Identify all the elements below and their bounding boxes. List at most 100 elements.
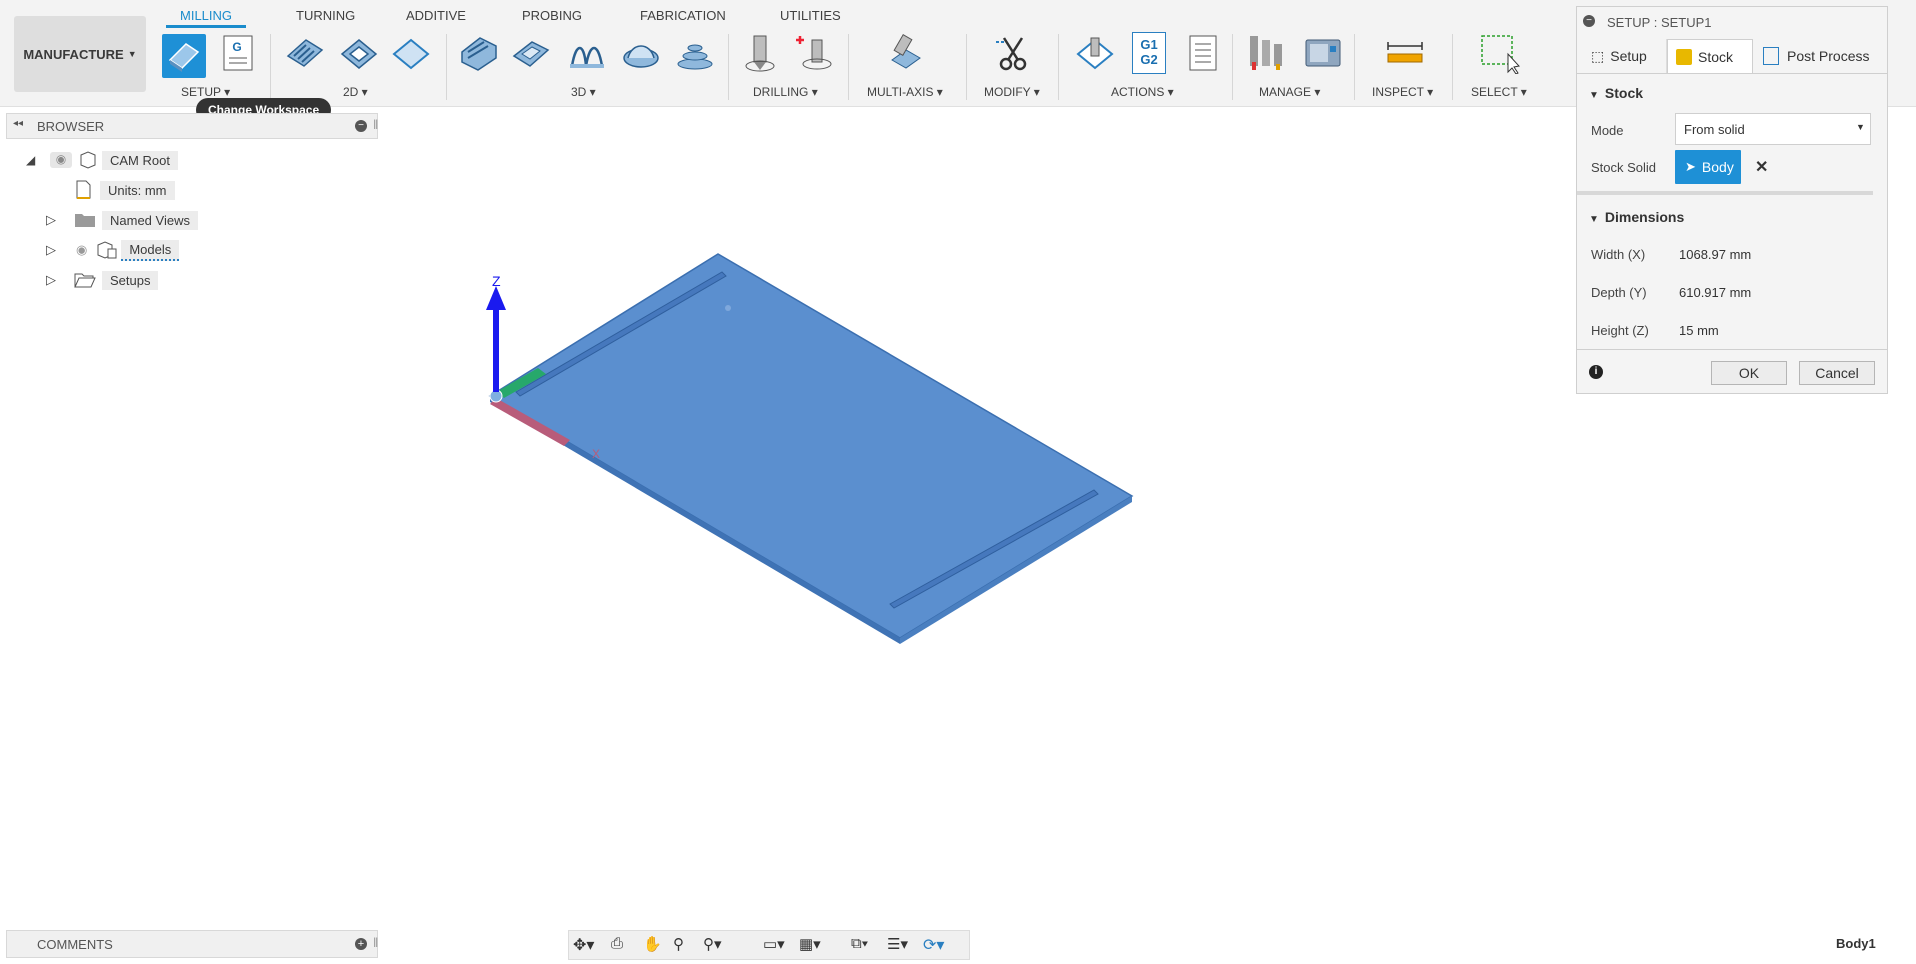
parallel-button[interactable] (566, 32, 608, 74)
actions-group-menu[interactable]: ACTIONS ▾ (1111, 85, 1174, 99)
refresh-icon[interactable]: ⟳▾ (923, 935, 951, 955)
separator (966, 34, 967, 100)
z-axis-label: Z (492, 273, 501, 289)
tool-library-icon (1250, 36, 1282, 70)
component-icon (78, 151, 98, 169)
manage-group-menu[interactable]: MANAGE ▾ (1259, 85, 1320, 99)
post-process-icon (1763, 47, 1779, 65)
section-collapse-icon: ▼ (1589, 90, 1599, 101)
tab-milling[interactable]: MILLING (166, 8, 247, 28)
machine-library-icon (1305, 39, 1341, 67)
post-process-button[interactable]: G1 G2 (1132, 32, 1166, 74)
comments-bar[interactable]: COMMENTS + ‖ (6, 930, 378, 958)
expand-triangle-icon[interactable]: ▷ (46, 212, 62, 228)
face-icon (392, 38, 430, 70)
tab-additive[interactable]: ADDITIVE (406, 8, 466, 23)
face-button[interactable] (390, 32, 432, 74)
layers-icon[interactable]: ☰▾ (887, 935, 915, 955)
zoom-icon[interactable]: ⚲ (673, 935, 701, 955)
tab-utilities[interactable]: UTILITIES (780, 8, 841, 23)
clear-selection-icon[interactable]: ✕ (1755, 157, 1768, 177)
2d-group-menu[interactable]: 2D ▾ (343, 85, 368, 99)
expand-triangle-icon[interactable]: ▷ (46, 272, 62, 288)
tree-item-models[interactable]: ▷ ◉ Models (46, 238, 180, 262)
tab-fabrication[interactable]: FABRICATION (640, 8, 726, 23)
browser-options-icon[interactable]: − (355, 120, 367, 132)
tree-item-cam-root[interactable]: ◢ ◉ CAM Root (26, 148, 178, 172)
stock-body[interactable] (488, 253, 1134, 639)
modify-button[interactable] (992, 32, 1034, 74)
mode-value: From solid (1684, 122, 1745, 137)
pan-hand-icon[interactable]: ✋ (643, 935, 671, 955)
machine-library-button[interactable] (1302, 32, 1344, 74)
stock-cube-icon (1676, 48, 1692, 65)
add-comment-icon[interactable]: + (355, 938, 367, 950)
select-button[interactable] (1478, 32, 1520, 74)
measure-button[interactable] (1384, 32, 1426, 74)
setup-sheet-button[interactable] (1182, 32, 1224, 74)
visibility-eye-icon[interactable]: ◉ (50, 152, 72, 168)
collapse-triangle-icon[interactable]: ◢ (26, 153, 42, 167)
tab-probing[interactable]: PROBING (522, 8, 582, 23)
fit-zoom-icon[interactable]: ⚲▾ (703, 935, 731, 955)
tree-item-units[interactable]: Units: mm (74, 178, 175, 202)
separator (1452, 34, 1453, 100)
collapse-browser-icon[interactable]: ◂◂ (13, 118, 23, 129)
grid-icon[interactable]: ▦▾ (799, 935, 827, 955)
stock-section-header[interactable]: ▼ Stock (1589, 85, 1643, 101)
tree-label: Models (121, 239, 180, 261)
multi-axis-group-menu[interactable]: MULTI-AXIS ▾ (867, 85, 943, 99)
2d-adaptive-button[interactable] (284, 32, 326, 74)
tree-item-setups[interactable]: ▷ Setups (46, 268, 159, 292)
visibility-eye-icon[interactable]: ◉ (76, 242, 87, 258)
viewports-icon[interactable]: ⧉▾ (851, 935, 879, 955)
drill-button[interactable] (740, 32, 782, 74)
tool-library-button[interactable] (1246, 32, 1288, 74)
multi-axis-button[interactable] (884, 32, 926, 74)
tree-label: Units: mm (100, 180, 175, 200)
ok-button[interactable]: OK (1711, 361, 1787, 385)
workspace-switcher[interactable]: MANUFACTURE ▼ (14, 16, 146, 92)
info-icon[interactable]: i (1589, 365, 1603, 379)
tab-turning[interactable]: TURNING (296, 8, 355, 23)
tab-setup[interactable]: ⬚ Setup (1583, 39, 1667, 73)
dimensions-section-header[interactable]: ▼ Dimensions (1589, 209, 1684, 225)
tree-label: CAM Root (102, 150, 178, 170)
collapse-dialog-icon[interactable]: − (1583, 15, 1595, 27)
cancel-button[interactable]: Cancel (1799, 361, 1875, 385)
3d-adaptive-button[interactable] (458, 32, 500, 74)
tab-stock[interactable]: Stock (1667, 39, 1753, 73)
drilling-group-menu[interactable]: DRILLING ▾ (753, 85, 818, 99)
select-group-menu[interactable]: SELECT ▾ (1471, 85, 1527, 99)
tree-item-named-views[interactable]: ▷ Named Views (46, 208, 198, 232)
viewport-canvas[interactable]: Z X (460, 240, 1160, 660)
contour-button[interactable] (674, 32, 716, 74)
new-setup-button[interactable] (162, 34, 206, 78)
browser-pin-icon[interactable]: ‖ (373, 117, 378, 132)
tab-post-process[interactable]: Post Process (1753, 39, 1883, 73)
orbit-move-icon[interactable]: ✥▾ (573, 935, 601, 955)
inspect-group-menu[interactable]: INSPECT ▾ (1372, 85, 1433, 99)
browser-title: BROWSER (37, 119, 105, 134)
document-icon (74, 180, 92, 200)
look-at-icon[interactable]: ⎙ (611, 935, 639, 955)
scallop-button[interactable] (620, 32, 662, 74)
2d-pocket-button[interactable] (338, 32, 380, 74)
simulate-button[interactable] (1074, 32, 1116, 74)
comments-pin-icon[interactable]: ‖ (373, 935, 378, 950)
separator (1058, 34, 1059, 100)
expand-triangle-icon[interactable]: ▷ (46, 242, 62, 258)
nc-program-button[interactable]: G (216, 32, 258, 74)
cursor-arrow-icon: ➤ (1685, 159, 1696, 174)
setup-group-menu[interactable]: SETUP ▾ (181, 85, 230, 99)
hole-recognition-button[interactable] (794, 32, 836, 74)
3d-group-menu[interactable]: 3D ▾ (571, 85, 596, 99)
stock-solid-select-button[interactable]: ➤ Body (1675, 150, 1741, 184)
hole-recognition-icon (796, 36, 832, 70)
setup-dialog: − SETUP : SETUP1 ⬚ Setup Stock Post Proc… (1576, 6, 1888, 394)
setup-icon (168, 43, 200, 72)
modify-group-menu[interactable]: MODIFY ▾ (984, 85, 1040, 99)
mode-select[interactable]: From solid ▼ (1675, 113, 1871, 145)
display-settings-icon[interactable]: ▭▾ (763, 935, 791, 955)
pocket-clearing-button[interactable] (510, 32, 552, 74)
